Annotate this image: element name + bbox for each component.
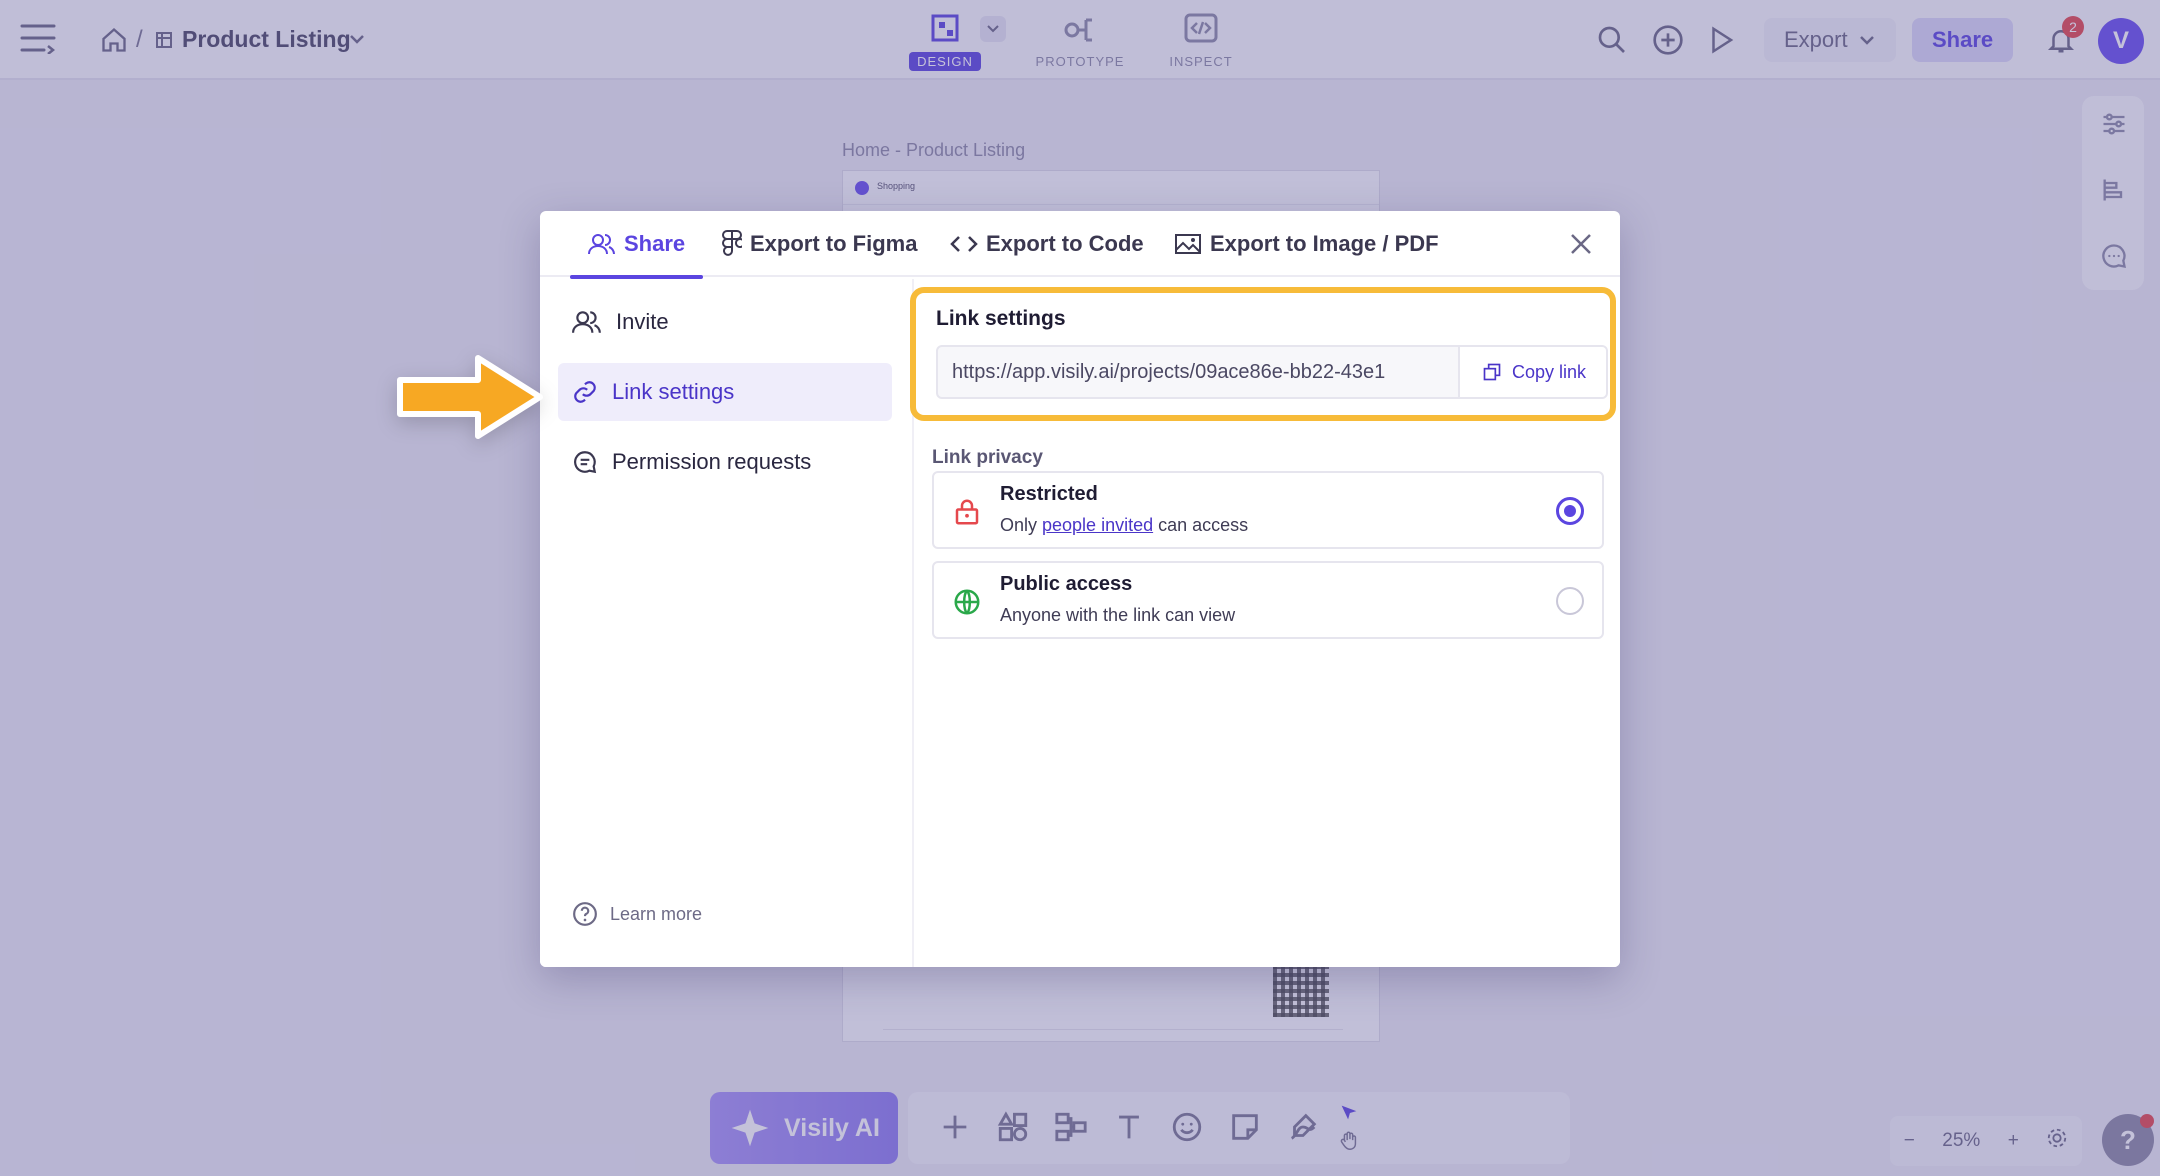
sidebar-item-label: Permission requests <box>612 449 812 474</box>
chat-icon <box>574 451 597 474</box>
link-settings-panel: Link settings https://app.visily.ai/proj… <box>910 279 1620 967</box>
restricted-desc-post: can access <box>1153 515 1249 535</box>
modal-sidebar: Invite Link settings Permission requests… <box>540 279 912 967</box>
public-access-radio[interactable] <box>1556 587 1584 615</box>
tab-export-figma-label: Export to Figma <box>750 231 918 256</box>
sidebar-item-label: Link settings <box>612 379 735 404</box>
tab-share[interactable]: Share <box>570 211 704 279</box>
learn-more-link[interactable]: Learn more <box>572 901 702 927</box>
link-icon <box>574 381 596 403</box>
copy-icon <box>1483 363 1501 381</box>
sidebar-item-label: Invite <box>616 309 669 334</box>
users-icon <box>572 311 601 333</box>
public-access-description: Anyone with the link can view <box>1000 605 1236 625</box>
tab-export-image[interactable]: Export to Image / PDF <box>1174 211 1439 277</box>
link-settings-card: Link settings https://app.visily.ai/proj… <box>910 287 1616 421</box>
help-circle-icon <box>573 902 597 926</box>
modal-tabs: Share Export to Figma Export to Code Exp… <box>540 211 1620 279</box>
users-icon <box>588 234 615 255</box>
link-settings-title: Link settings <box>936 307 1066 330</box>
tab-export-code[interactable]: Export to Code <box>950 211 1144 277</box>
tab-export-code-label: Export to Code <box>986 231 1144 256</box>
public-access-title: Public access <box>1000 573 1133 595</box>
people-invited-link[interactable]: people invited <box>1042 515 1153 535</box>
restricted-description: Only people invited can access <box>1000 515 1248 536</box>
arrow-callout-icon <box>397 355 543 439</box>
privacy-option-public[interactable]: Public access Anyone with the link can v… <box>932 561 1604 639</box>
copy-link-label: Copy link <box>1511 361 1587 382</box>
figma-icon <box>722 230 742 256</box>
restricted-radio[interactable] <box>1556 497 1584 525</box>
globe-icon <box>952 587 982 622</box>
tab-export-image-label: Export to Image / PDF <box>1210 231 1439 256</box>
code-icon <box>950 236 978 252</box>
close-icon[interactable] <box>1568 231 1594 257</box>
restricted-title: Restricted <box>1000 483 1098 505</box>
privacy-option-restricted[interactable]: Restricted Only people invited can acces… <box>932 471 1604 549</box>
share-modal: Share Export to Figma Export to Code Exp… <box>540 211 1620 967</box>
learn-more-label: Learn more <box>610 903 703 924</box>
copy-link-button[interactable]: Copy link <box>1458 347 1606 397</box>
link-field: https://app.visily.ai/projects/09ace86e-… <box>936 345 1608 399</box>
link-privacy-title: Link privacy <box>932 447 1043 468</box>
image-icon <box>1175 234 1201 254</box>
sidebar-item-permission-requests[interactable]: Permission requests <box>558 433 892 491</box>
tab-export-figma[interactable]: Export to Figma <box>722 211 917 277</box>
lock-icon <box>952 497 982 532</box>
sidebar-item-invite[interactable]: Invite <box>558 293 892 351</box>
tab-share-label: Share <box>624 231 686 256</box>
sidebar-item-link-settings[interactable]: Link settings <box>558 363 892 421</box>
restricted-desc-pre: Only <box>1000 515 1043 535</box>
link-url-input[interactable]: https://app.visily.ai/projects/09ace86e-… <box>952 361 1462 384</box>
